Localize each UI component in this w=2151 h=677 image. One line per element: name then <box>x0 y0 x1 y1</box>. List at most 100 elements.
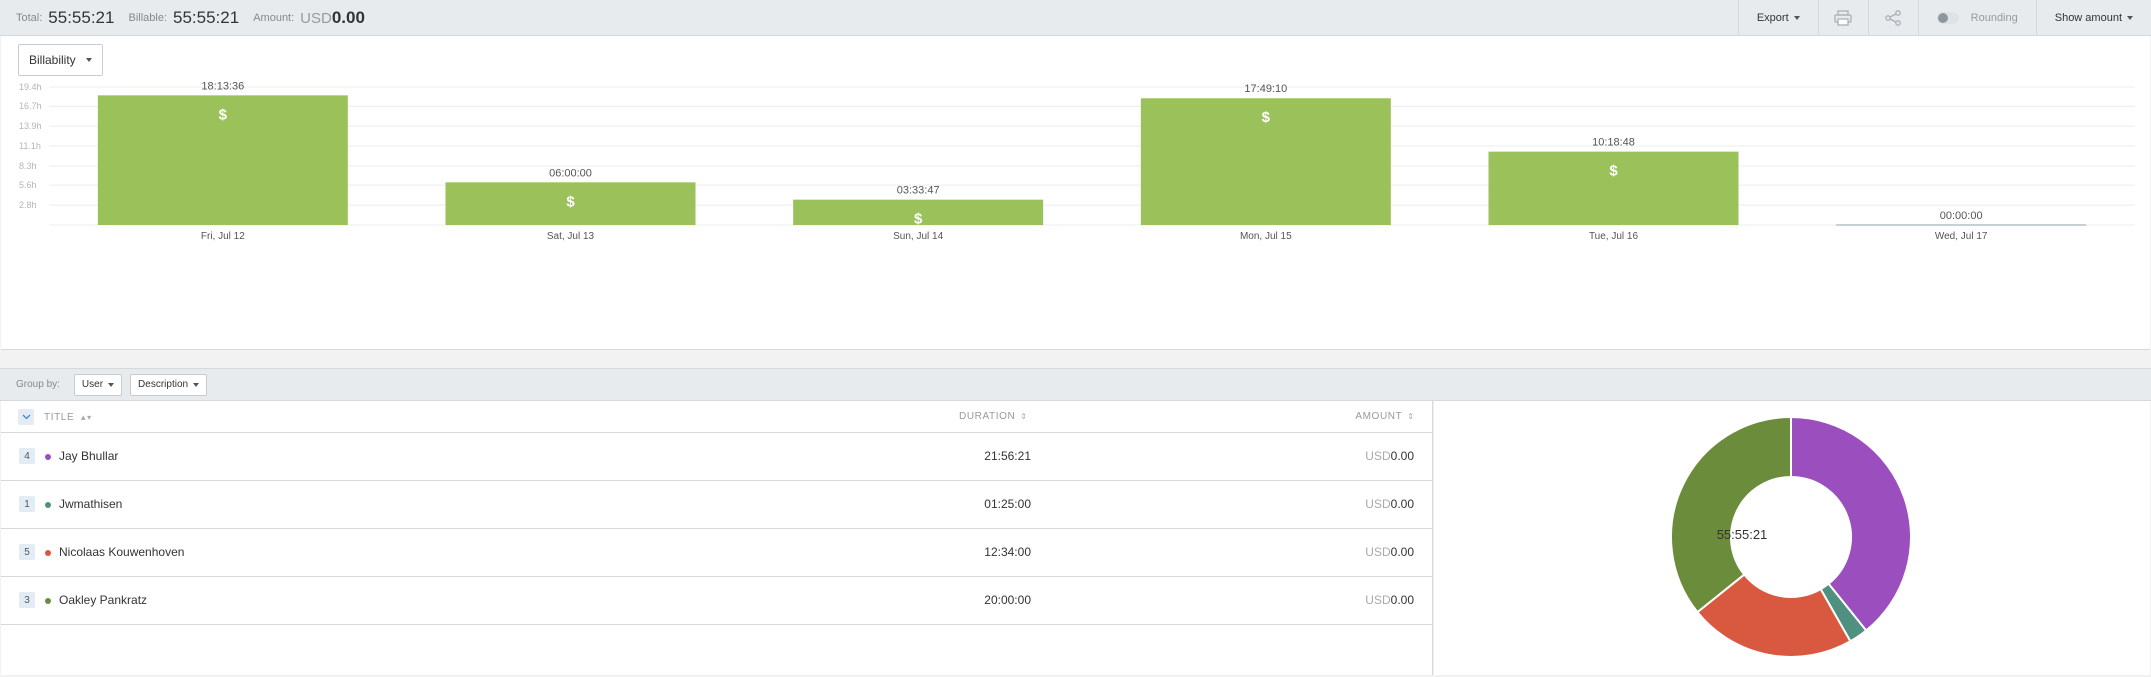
table-header: TITLE ▲▾ DURATION ⇕ AMOUNT ⇕ <box>1 401 1432 433</box>
row-amount-value: 0.00 <box>1390 593 1414 607</box>
export-label: Export <box>1756 12 1789 24</box>
x-tick-label: Tue, Jul 16 <box>1589 231 1639 242</box>
row-amount-value: 0.00 <box>1390 449 1414 463</box>
y-tick-label: 2.8h <box>19 200 37 210</box>
group-by-first-select[interactable]: User <box>73 373 123 396</box>
show-amount-label: Show amount <box>2054 12 2122 24</box>
report-toolbar: Export Rounding Show amount <box>1737 0 2151 36</box>
y-tick-label: 11.1h <box>19 141 41 151</box>
row-title: Oakley Pankratz <box>59 593 148 607</box>
row-amount: USD0.00 <box>1365 545 1414 559</box>
chevron-down-icon <box>193 382 200 387</box>
group-by-bar: Group by: User Description <box>0 368 2151 401</box>
toggle-switch[interactable] <box>1936 12 1959 24</box>
donut-chart <box>1670 415 1912 658</box>
row-title: Jwmathisen <box>59 497 123 511</box>
row-title: Jay Bhullar <box>59 449 119 463</box>
table-row[interactable]: 3 Oakley Pankratz 20:00:00 USD0.00 <box>1 577 1432 625</box>
bar-value-label: 00:00:00 <box>1940 210 1983 222</box>
row-currency: USD <box>1365 545 1391 559</box>
entry-count-badge[interactable]: 4 <box>19 448 35 464</box>
sort-icon: ⇕ <box>1020 412 1027 421</box>
bar-chart-card: Billability 2.8h 5.6h 8.3h 11.1h 13.9h 16.7h 1… <box>1 36 2150 350</box>
expand-all-button[interactable] <box>18 409 34 425</box>
row-currency: USD <box>1365 593 1391 607</box>
group-by-second-value: Description <box>138 379 189 390</box>
chevron-down-icon <box>22 414 30 420</box>
row-duration: 20:00:00 <box>984 593 1031 607</box>
donut-slice[interactable] <box>1670 415 1792 614</box>
title-header-label: TITLE <box>44 412 75 423</box>
y-tick-label: 5.6h <box>19 180 37 190</box>
amount-header-label: AMOUNT <box>1355 411 1403 422</box>
summary-bar: Total: 55:55:21 Billable: 55:55:21 Amoun… <box>0 0 2151 36</box>
chevron-down-icon <box>2127 16 2133 20</box>
bar-billable-marker: $ <box>566 193 575 210</box>
amount-value: 0.00 <box>331 8 365 27</box>
amount-column-header[interactable]: AMOUNT ⇕ <box>1355 411 1414 422</box>
bar-billable-marker: $ <box>219 106 228 123</box>
print-button[interactable] <box>1817 0 1868 36</box>
row-amount: USD0.00 <box>1365 593 1414 607</box>
export-button[interactable]: Export <box>1737 0 1818 36</box>
color-dot <box>45 550 51 556</box>
print-icon <box>1834 10 1852 26</box>
y-tick-label: 13.9h <box>19 121 42 131</box>
bar-value-label: 18:13:36 <box>201 80 244 92</box>
group-by-label: Group by: <box>16 379 60 390</box>
group-by-second-select[interactable]: Description <box>130 373 208 396</box>
row-duration: 12:34:00 <box>984 545 1031 559</box>
y-tick-label: 8.3h <box>19 161 37 171</box>
bar-billable-marker: $ <box>1262 109 1271 126</box>
sort-icon: ⇕ <box>1407 412 1414 421</box>
row-duration: 01:25:00 <box>984 497 1031 511</box>
bar-value-label: 03:33:47 <box>897 185 940 197</box>
chevron-down-icon <box>108 382 115 387</box>
donut-center-total: 55:55:21 <box>1716 527 1768 542</box>
amount-label: Amount: <box>253 12 295 24</box>
share-button[interactable] <box>1867 0 1918 36</box>
bar-billable-marker: $ <box>1609 163 1618 180</box>
table-row[interactable]: 4 Jay Bhullar 21:56:21 USD0.00 <box>1 433 1432 481</box>
duration-column-header[interactable]: DURATION ⇕ <box>959 411 1027 422</box>
entry-count-badge[interactable]: 5 <box>19 544 35 560</box>
x-tick-label: Fri, Jul 12 <box>201 231 245 242</box>
entry-count-badge[interactable]: 3 <box>19 592 35 608</box>
row-currency: USD <box>1365 449 1391 463</box>
bar-value-label: 06:00:00 <box>549 167 592 179</box>
row-duration: 21:56:21 <box>984 449 1031 463</box>
summary-totals: Total: 55:55:21 Billable: 55:55:21 Amoun… <box>16 0 365 36</box>
rounding-label: Rounding <box>1970 12 2018 24</box>
billable-value: 55:55:21 <box>173 8 240 27</box>
x-tick-label: Mon, Jul 15 <box>1240 231 1292 242</box>
bar-chart: 2.8h 5.6h 8.3h 11.1h 13.9h 16.7h 19.4h $18:13:3… <box>19 80 2135 242</box>
row-currency: USD <box>1365 497 1391 511</box>
entry-count-badge[interactable]: 1 <box>19 496 35 512</box>
bar-value-label: 17:49:10 <box>1244 83 1287 95</box>
billable-label: Billable: <box>128 12 168 24</box>
rounding-toggle[interactable]: Rounding <box>1917 0 2036 36</box>
title-column-header[interactable]: TITLE ▲▾ <box>44 412 91 423</box>
duration-header-label: DURATION <box>959 411 1016 422</box>
sort-icon: ▲▾ <box>79 413 92 422</box>
color-dot <box>45 598 51 604</box>
amount-currency: USD <box>300 9 332 27</box>
donut-chart-panel: 55:55:21 <box>1434 401 2150 675</box>
x-tick-label: Sun, Jul 14 <box>893 231 943 242</box>
total-label: Total: <box>16 12 43 24</box>
row-amount-value: 0.00 <box>1390 497 1414 511</box>
table-row[interactable]: 1 Jwmathisen 01:25:00 USD0.00 <box>1 481 1432 529</box>
group-by-first-value: User <box>81 379 104 390</box>
show-amount-dropdown[interactable]: Show amount <box>2035 0 2151 36</box>
row-title: Nicolaas Kouwenhoven <box>59 545 185 559</box>
x-tick-label: Wed, Jul 17 <box>1935 231 1988 242</box>
row-amount-value: 0.00 <box>1390 545 1414 559</box>
table-row[interactable]: 5 Nicolaas Kouwenhoven 12:34:00 USD0.00 <box>1 529 1432 577</box>
x-tick-label: Sat, Jul 13 <box>547 231 595 242</box>
share-icon <box>1885 10 1901 26</box>
row-amount: USD0.00 <box>1365 449 1414 463</box>
row-amount: USD0.00 <box>1365 497 1414 511</box>
total-value: 55:55:21 <box>48 8 115 27</box>
bar-billable-marker: $ <box>914 211 923 228</box>
bar-value-label: 10:18:48 <box>1592 137 1635 149</box>
